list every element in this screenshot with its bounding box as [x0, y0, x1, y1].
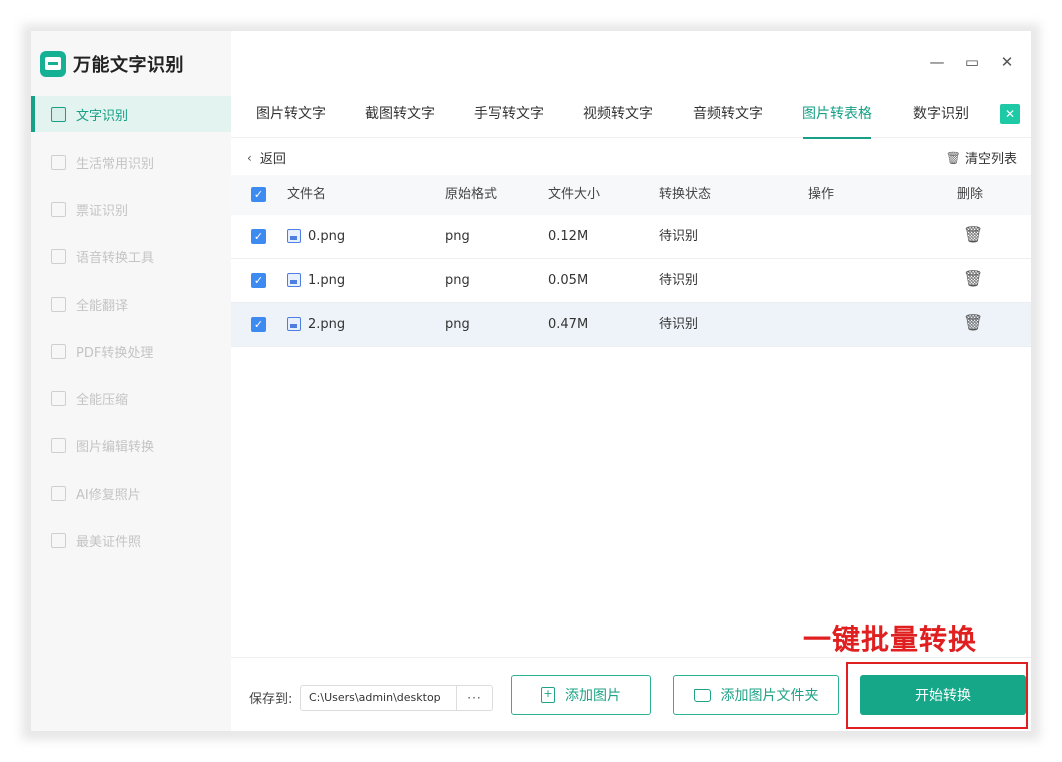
- sidebar-item-label: AI修复照片: [76, 487, 141, 503]
- annotation-text: 一键批量转换: [803, 623, 978, 656]
- tab-close-icon[interactable]: ✕: [1000, 104, 1020, 124]
- row-checkbox[interactable]: ✓: [251, 317, 266, 332]
- close-button[interactable]: ✕: [997, 53, 1017, 71]
- maximize-button[interactable]: ▭: [962, 53, 982, 71]
- sidebar-item-label: 语音转换工具: [76, 250, 155, 266]
- sidebar-item-label: 图片编辑转换: [76, 439, 155, 455]
- file-format: png: [445, 229, 470, 244]
- add-folder-label: 添加图片文件夹: [720, 688, 819, 704]
- translate-icon: [51, 296, 66, 312]
- header-delete: 删除: [957, 187, 984, 202]
- browse-button[interactable]: ···: [456, 686, 492, 710]
- pdf-icon: [51, 343, 66, 359]
- tab-number-recognition[interactable]: 数字识别: [893, 96, 989, 138]
- add-file-icon: +: [541, 687, 555, 703]
- file-size: 0.12M: [548, 229, 589, 244]
- save-to-label: 保存到:: [249, 692, 293, 707]
- chevron-left-icon: ‹: [247, 150, 252, 165]
- table-header: ✓ 文件名 原始格式 文件大小 转换状态 操作 删除: [231, 175, 1031, 215]
- app-logo-icon: [40, 51, 66, 77]
- tab-image-to-table[interactable]: 图片转表格: [789, 96, 885, 139]
- sidebar-item-image-edit[interactable]: 图片编辑转换: [31, 427, 231, 463]
- image-edit-icon: [51, 437, 66, 453]
- header-action: 操作: [808, 187, 835, 202]
- tab-video-to-text[interactable]: 视频转文字: [570, 96, 666, 138]
- header-format: 原始格式: [445, 187, 498, 202]
- app-title: 万能文字识别: [73, 55, 184, 76]
- compress-icon: [51, 390, 66, 406]
- table-row[interactable]: ✓ 1.png png 0.05M 待识别 🗑: [231, 259, 1031, 303]
- add-image-button[interactable]: + 添加图片: [511, 675, 651, 715]
- delete-trash-icon[interactable]: 🗑: [963, 313, 983, 332]
- trash-icon: 🗑: [945, 150, 961, 165]
- row-checkbox[interactable]: ✓: [251, 229, 266, 244]
- sidebar-item-translate[interactable]: 全能翻译: [31, 286, 231, 322]
- table-row[interactable]: ✓ 2.png png 0.47M 待识别 🗑: [231, 303, 1031, 347]
- photo-repair-icon: [51, 485, 66, 501]
- delete-trash-icon[interactable]: 🗑: [963, 225, 983, 244]
- voice-icon: [51, 248, 66, 264]
- sidebar-item-ticket-recognition[interactable]: 票证识别: [31, 191, 231, 227]
- sidebar-item-ai-photo-repair[interactable]: AI修复照片: [31, 475, 231, 511]
- file-status: 待识别: [659, 273, 699, 288]
- sidebar-item-label: 生活常用识别: [76, 156, 155, 172]
- sidebar-item-label: 文字识别: [76, 108, 129, 124]
- sidebar-item-pdf[interactable]: PDF转换处理: [31, 333, 231, 369]
- brand: 万能文字识别: [40, 50, 184, 78]
- sidebar-item-text-recognition[interactable]: 文字识别: [31, 96, 231, 132]
- sidebar-item-label: 最美证件照: [76, 534, 142, 550]
- tab-bar: 图片转文字 截图转文字 手写转文字 视频转文字 音频转文字 图片转表格 数字识别…: [231, 96, 1031, 139]
- image-file-icon: [287, 273, 301, 287]
- image-file-icon: [287, 317, 301, 331]
- tab-image-to-text[interactable]: 图片转文字: [243, 96, 339, 138]
- minimize-button[interactable]: —: [927, 53, 947, 71]
- sidebar-item-compress[interactable]: 全能压缩: [31, 380, 231, 416]
- back-button[interactable]: ‹ 返回: [247, 148, 286, 168]
- back-label: 返回: [259, 152, 286, 167]
- file-size: 0.05M: [548, 273, 589, 288]
- scan-icon: [51, 154, 66, 170]
- clear-list-label: 清空列表: [964, 152, 1017, 167]
- file-name: 2.png: [308, 317, 346, 332]
- add-image-label: 添加图片: [565, 688, 621, 704]
- clear-list-button[interactable]: 🗑 清空列表: [945, 148, 1017, 168]
- sidebar-item-daily-recognition[interactable]: 生活常用识别: [31, 144, 231, 180]
- sidebar-item-id-photo[interactable]: 最美证件照: [31, 522, 231, 558]
- sidebar-item-label: PDF转换处理: [76, 345, 154, 361]
- delete-trash-icon[interactable]: 🗑: [963, 269, 983, 288]
- file-status: 待识别: [659, 229, 699, 244]
- file-format: png: [445, 317, 470, 332]
- table-row[interactable]: ✓ 0.png png 0.12M 待识别 🗑: [231, 215, 1031, 259]
- save-path-field[interactable]: C:\Users\admin\desktop ···: [300, 685, 493, 711]
- sidebar-item-label: 全能压缩: [76, 392, 129, 408]
- sidebar-item-label: 票证识别: [76, 203, 129, 219]
- tab-screenshot-to-text[interactable]: 截图转文字: [352, 96, 448, 138]
- row-checkbox[interactable]: ✓: [251, 273, 266, 288]
- sidebar: 万能文字识别 文字识别 生活常用识别 票证识别 语音转换工具 全能翻译 PDF转…: [31, 31, 231, 731]
- tab-handwriting-to-text[interactable]: 手写转文字: [461, 96, 557, 138]
- folder-icon: [693, 688, 711, 702]
- annotation-highlight-box: [846, 662, 1028, 729]
- text-recognition-icon: [51, 106, 66, 122]
- add-folder-button[interactable]: 添加图片文件夹: [673, 675, 839, 715]
- file-name: 0.png: [308, 229, 346, 244]
- header-size: 文件大小: [548, 187, 601, 202]
- file-status: 待识别: [659, 317, 699, 332]
- file-size: 0.47M: [548, 317, 589, 332]
- ticket-icon: [51, 201, 66, 217]
- sidebar-item-label: 全能翻译: [76, 298, 129, 314]
- header-filename: 文件名: [287, 187, 327, 202]
- save-path-value: C:\Users\admin\desktop: [309, 691, 441, 704]
- image-file-icon: [287, 229, 301, 243]
- header-status: 转换状态: [659, 187, 712, 202]
- file-name: 1.png: [308, 273, 346, 288]
- file-format: png: [445, 273, 470, 288]
- select-all-checkbox[interactable]: ✓: [251, 187, 266, 202]
- tab-audio-to-text[interactable]: 音频转文字: [680, 96, 776, 138]
- sidebar-item-voice-tools[interactable]: 语音转换工具: [31, 238, 231, 274]
- id-photo-icon: [51, 532, 66, 548]
